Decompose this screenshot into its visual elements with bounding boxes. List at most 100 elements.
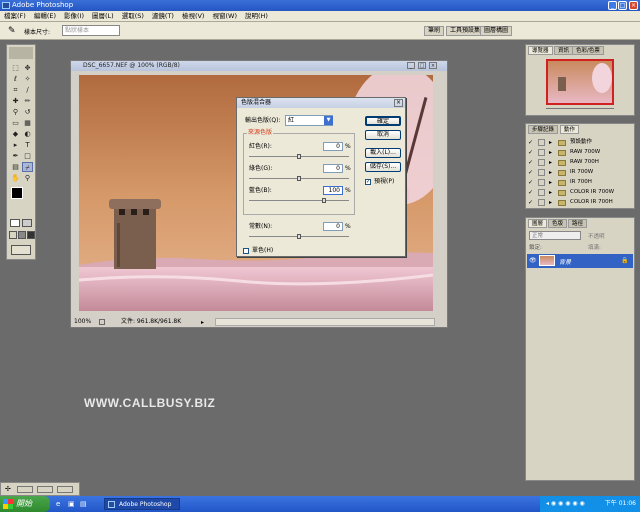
dialog-toggle-box[interactable]: [538, 179, 545, 186]
expand-triangle-icon[interactable]: ▸: [549, 148, 552, 157]
constant-slider-thumb[interactable]: [297, 234, 301, 239]
tab-navigator[interactable]: 導覽器: [528, 46, 553, 55]
green-slider-thumb[interactable]: [297, 176, 301, 181]
menu-select[interactable]: 選取(S): [118, 11, 148, 22]
red-slider-thumb[interactable]: [297, 154, 301, 159]
minimized-tab-2[interactable]: [37, 486, 53, 493]
screen-mode-2-icon[interactable]: [18, 231, 26, 239]
chevron-down-icon[interactable]: ▼: [324, 116, 333, 125]
pen-tool-icon[interactable]: ✒: [10, 151, 21, 161]
minimized-tab-3[interactable]: [57, 486, 73, 493]
hand-tool-icon[interactable]: ✋: [10, 173, 21, 183]
brush-tool-icon[interactable]: ✏: [22, 96, 33, 106]
menu-help[interactable]: 說明(H): [241, 11, 272, 22]
blue-slider-track[interactable]: [249, 200, 349, 201]
dialog-toggle-box[interactable]: [538, 149, 545, 156]
crop-tool-icon[interactable]: ⌗: [10, 85, 21, 95]
dialog-toggle-box[interactable]: [538, 139, 545, 146]
lasso-tool-icon[interactable]: ℓ: [10, 74, 21, 84]
dialog-toggle-box[interactable]: [538, 189, 545, 196]
dock-tab-layer-comps[interactable]: 圖層構圖: [480, 26, 513, 36]
foreground-color-swatch[interactable]: [11, 187, 23, 199]
shape-tool-icon[interactable]: □: [22, 151, 33, 161]
action-item[interactable]: ✓ ▸ RAW 700H: [528, 158, 630, 167]
red-input[interactable]: 0: [323, 142, 343, 151]
doc-close-button[interactable]: ×: [429, 62, 437, 69]
check-icon[interactable]: ✓: [528, 148, 533, 157]
menu-layer[interactable]: 圖層(L): [88, 11, 118, 22]
menu-file[interactable]: 檔案(F): [0, 11, 30, 22]
tab-channels[interactable]: 色版: [548, 219, 568, 228]
check-icon[interactable]: ✓: [528, 158, 533, 167]
close-button[interactable]: ×: [629, 1, 638, 10]
blue-slider-thumb[interactable]: [322, 198, 326, 203]
doc-minimize-button[interactable]: _: [407, 62, 415, 69]
marquee-tool-icon[interactable]: ⬚: [10, 63, 21, 73]
output-channel-select[interactable]: 紅 ▼: [285, 115, 333, 126]
quicklaunch-folder-icon[interactable]: ▤: [80, 500, 87, 508]
check-icon[interactable]: ✓: [528, 168, 533, 177]
maximize-button[interactable]: □: [618, 1, 627, 10]
tab-layers[interactable]: 圖層: [528, 219, 548, 228]
check-icon[interactable]: ✓: [528, 178, 533, 187]
menu-filter[interactable]: 濾鏡(T): [148, 11, 178, 22]
menu-image[interactable]: 影像(I): [60, 11, 88, 22]
path-select-icon[interactable]: ▸: [10, 140, 21, 150]
expand-triangle-icon[interactable]: ▸: [549, 138, 552, 147]
standard-mode-icon[interactable]: [10, 219, 20, 227]
dock-tab-brushes[interactable]: 筆刷: [424, 26, 445, 36]
check-icon[interactable]: ✓: [528, 138, 533, 147]
tab-color-swatches[interactable]: 色彩/色票: [572, 46, 604, 55]
type-tool-icon[interactable]: T: [22, 140, 33, 150]
sample-size-select[interactable]: 點狀樣本: [62, 25, 120, 36]
blue-input[interactable]: 100: [323, 186, 343, 195]
status-menu-icon[interactable]: [99, 319, 105, 325]
save-button[interactable]: 儲存(S)...: [365, 162, 401, 172]
tab-history[interactable]: 步驟記錄: [528, 125, 559, 134]
blur-tool-icon[interactable]: ◆: [10, 129, 21, 139]
horizontal-scrollbar[interactable]: [215, 318, 435, 326]
action-item[interactable]: ✓ ▸ RAW 700W: [528, 148, 630, 157]
expand-triangle-icon[interactable]: ▸: [549, 178, 552, 187]
action-item[interactable]: ✓ ▸ IR 700W: [528, 168, 630, 177]
healing-brush-icon[interactable]: ✚: [10, 96, 21, 106]
expand-triangle-icon[interactable]: ▸: [549, 188, 552, 197]
monochrome-checkbox[interactable]: [243, 248, 249, 254]
check-icon[interactable]: ✓: [528, 198, 533, 207]
magic-wand-icon[interactable]: ✧: [22, 74, 33, 84]
action-item[interactable]: ✓ ▸ COLOR IR 700W: [528, 188, 630, 197]
minimize-button[interactable]: _: [608, 1, 617, 10]
quickmask-mode-icon[interactable]: [22, 219, 32, 227]
clone-stamp-icon[interactable]: ⚲: [10, 107, 21, 117]
blend-mode-select[interactable]: 正常: [529, 231, 581, 240]
check-icon[interactable]: ✓: [528, 188, 533, 197]
navigator-zoom-slider[interactable]: [546, 108, 614, 109]
zoom-level[interactable]: 100%: [74, 317, 91, 327]
dialog-toggle-box[interactable]: [538, 159, 545, 166]
expand-triangle-icon[interactable]: ▸: [549, 168, 552, 177]
gradient-icon[interactable]: ▦: [22, 118, 33, 128]
eyedropper-icon[interactable]: ✎: [8, 26, 16, 36]
tab-actions[interactable]: 動作: [560, 125, 580, 134]
action-item[interactable]: ✓ ▸ IR 700H: [528, 178, 630, 187]
navigator-thumbnail[interactable]: [546, 59, 614, 105]
start-button[interactable]: 開始: [0, 496, 50, 512]
expand-triangle-icon[interactable]: ▸: [549, 198, 552, 207]
preview-checkbox[interactable]: ✓: [365, 179, 371, 185]
zoom-tool-icon[interactable]: ⚲: [22, 173, 33, 183]
cancel-button[interactable]: 取消: [365, 130, 401, 140]
screen-mode-3-icon[interactable]: [27, 231, 35, 239]
green-input[interactable]: 0: [323, 164, 343, 173]
constant-input[interactable]: 0: [323, 222, 343, 231]
tab-info[interactable]: 資訊: [554, 46, 574, 55]
jump-to-imageready-icon[interactable]: [11, 245, 31, 255]
history-brush-icon[interactable]: ↺: [22, 107, 33, 117]
minimized-window-icon[interactable]: ✢: [5, 485, 11, 493]
action-item[interactable]: ✓ ▸ COLOR IR 700H: [528, 198, 630, 207]
quicklaunch-desktop-icon[interactable]: ▣: [68, 500, 75, 508]
minimized-tab-1[interactable]: [17, 486, 33, 493]
slice-tool-icon[interactable]: ∕: [22, 85, 33, 95]
taskbar-app-photoshop[interactable]: Adobe Photoshop: [104, 498, 180, 510]
menu-edit[interactable]: 編輯(E): [30, 11, 60, 22]
eraser-icon[interactable]: ▭: [10, 118, 21, 128]
